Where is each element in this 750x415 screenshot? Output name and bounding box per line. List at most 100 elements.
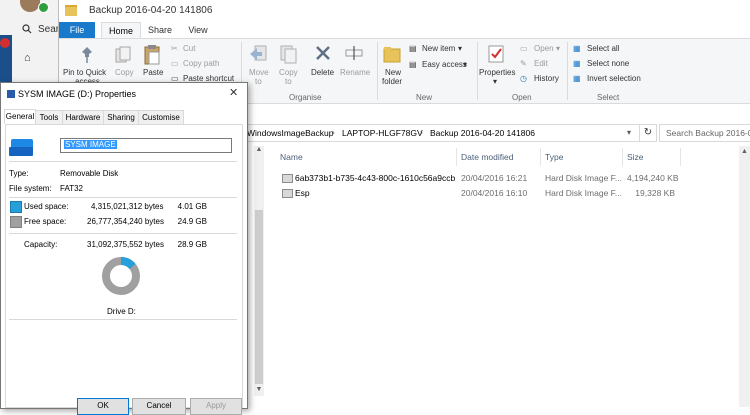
select-group-label: Select [597, 93, 620, 102]
content-scrollbar[interactable]: ▲ [739, 146, 750, 407]
tab-tools[interactable]: Tools [35, 110, 63, 124]
column-divider[interactable] [456, 148, 457, 166]
column-divider[interactable] [540, 148, 541, 166]
divider [9, 161, 237, 162]
copy-path-icon: ▭ [171, 59, 179, 68]
select-all-icon: ▦ [573, 44, 581, 53]
ribbon-separator [377, 42, 378, 100]
refresh-icon[interactable]: ↻ [639, 124, 657, 142]
table-row-size: 4,194,240 KB [627, 173, 679, 183]
select-none-button[interactable]: Select none [587, 59, 629, 68]
tab-share[interactable]: Share [143, 22, 177, 38]
copy-button[interactable]: Copy [115, 68, 134, 77]
scroll-up-icon[interactable]: ▲ [254, 146, 264, 156]
window-title: Backup 2016-04-20 141806 [89, 5, 213, 16]
open-button[interactable]: Open [534, 44, 554, 53]
rename-button[interactable]: Rename [340, 68, 370, 77]
folder-icon [65, 5, 77, 16]
history-icon: ◷ [520, 74, 527, 83]
free-space-gb: 24.9 GB [177, 217, 207, 226]
delete-button[interactable]: Delete [311, 68, 334, 77]
chevron-right-icon[interactable]: › [332, 128, 335, 137]
select-none-icon: ▦ [573, 59, 581, 68]
column-header-name[interactable]: Name [280, 152, 303, 162]
pin-to-quick-access-button[interactable]: Pin to Quick [63, 68, 106, 77]
tab-customise[interactable]: Customise [138, 110, 184, 124]
column-divider[interactable] [680, 148, 681, 166]
file-system-value: FAT32 [60, 184, 83, 193]
breadcrumb-windowsimagebackup[interactable]: WindowsImageBackup [247, 128, 333, 138]
close-icon[interactable]: ✕ [229, 86, 238, 99]
column-header-date-modified[interactable]: Date modified [461, 152, 513, 162]
cut-button[interactable]: Cut [183, 44, 195, 53]
table-row-date: 20/04/2016 16:21 [461, 173, 528, 183]
tab-file[interactable]: File [59, 22, 95, 38]
move-to-button[interactable]: Move [249, 68, 269, 77]
disk-image-icon [282, 174, 293, 183]
new-group-label: New [416, 93, 433, 102]
new-folder-label-2: folder [382, 77, 403, 86]
free-space-swatch [10, 216, 22, 228]
move-to-label-2: to [255, 77, 262, 86]
new-folder-button[interactable]: New [385, 68, 401, 77]
search-icon [22, 24, 32, 34]
scroll-down-icon[interactable]: ▼ [254, 386, 264, 396]
used-space-swatch [10, 201, 22, 213]
copy-icon [115, 46, 131, 63]
table-row-date: 20/04/2016 16:10 [461, 188, 528, 198]
capacity-bytes: 31,092,375,552 bytes [87, 240, 164, 249]
organise-group-label: Organise [289, 93, 322, 102]
tab-home[interactable]: Home [101, 22, 141, 39]
tab-hardware[interactable]: Hardware [62, 110, 104, 124]
tab-general[interactable]: General [4, 109, 36, 124]
start-search-label[interactable]: Sear [38, 24, 59, 35]
chevron-down-icon[interactable]: ▾ [627, 128, 631, 137]
copy-path-button[interactable]: Copy path [183, 59, 219, 68]
paste-icon [144, 45, 160, 65]
column-header-type[interactable]: Type [545, 152, 563, 162]
home-icon[interactable]: ⌂ [24, 52, 31, 64]
select-all-button[interactable]: Select all [587, 44, 619, 53]
table-row-name[interactable]: 6ab373b1-b735-4c43-800c-1610c56a9ccb [295, 173, 455, 183]
scrollbar-thumb[interactable] [255, 210, 263, 384]
properties-icon [488, 45, 504, 63]
search-input[interactable]: Search Backup 2016-04-20 141806 [659, 124, 750, 142]
properties-button[interactable]: Properties [479, 68, 515, 77]
divider [9, 319, 237, 320]
file-system-label: File system: [9, 184, 52, 193]
desktop-app-icon[interactable] [0, 38, 10, 48]
column-divider[interactable] [622, 148, 623, 166]
new-folder-icon [383, 47, 401, 63]
chevron-down-icon: ▾ [458, 44, 463, 53]
free-space-label: Free space: [24, 217, 67, 226]
dialog-title: SYSM IMAGE (D:) Properties [18, 89, 137, 99]
rename-icon [345, 46, 363, 60]
chevron-down-icon: ▾ [493, 77, 498, 86]
disk-image-icon [282, 189, 293, 198]
breadcrumb-backup[interactable]: Backup 2016-04-20 141806 [430, 128, 535, 138]
invert-selection-icon: ▦ [573, 74, 581, 83]
tab-view[interactable]: View [183, 22, 213, 38]
copy-to-button[interactable]: Copy [279, 68, 298, 77]
column-header-size[interactable]: Size [627, 152, 644, 162]
table-row-size: 19,328 KB [635, 188, 675, 198]
new-item-button[interactable]: New item [422, 44, 455, 53]
paste-button[interactable]: Paste [143, 68, 163, 77]
easy-access-button[interactable]: Easy access [422, 60, 467, 69]
pin-icon [82, 47, 92, 63]
scroll-up-icon[interactable]: ▲ [741, 148, 748, 155]
invert-selection-button[interactable]: Invert selection [587, 74, 641, 83]
open-icon: ▭ [520, 44, 528, 53]
type-label: Type: [9, 169, 29, 178]
disk-usage-donut [102, 257, 140, 295]
removable-drive-icon-base [9, 147, 33, 156]
edit-button[interactable]: Edit [534, 59, 548, 68]
breadcrumb-laptop[interactable]: LAPTOP-HLGF78GV [342, 128, 423, 138]
table-row-type: Hard Disk Image F... [545, 173, 622, 183]
chevron-right-icon[interactable]: › [420, 128, 423, 137]
drive-name-value[interactable]: SYSM IMAGE [64, 140, 117, 149]
history-button[interactable]: History [534, 74, 559, 83]
divider [9, 197, 237, 198]
tab-sharing[interactable]: Sharing [103, 110, 139, 124]
table-row-name[interactable]: Esp [295, 188, 310, 198]
